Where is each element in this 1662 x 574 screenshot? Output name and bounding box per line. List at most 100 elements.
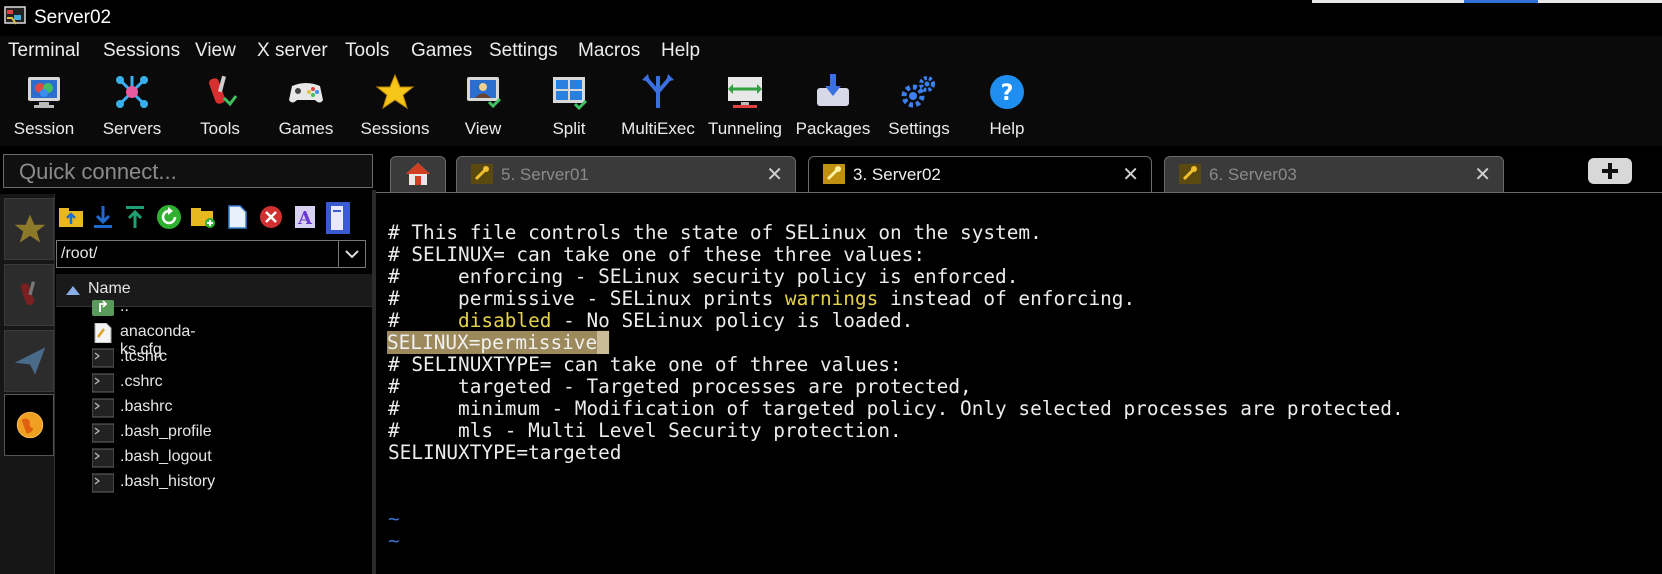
- path-dropdown-button[interactable]: [338, 241, 365, 267]
- tunneling-button[interactable]: Tunneling: [706, 66, 784, 146]
- terminal-line: # This file controls the state of SELinu…: [388, 221, 1042, 244]
- servers-icon: [116, 76, 148, 108]
- session-icon: [28, 77, 60, 108]
- close-icon[interactable]: ✕: [766, 162, 783, 187]
- column-name: Name: [88, 280, 131, 297]
- quick-connect-input[interactable]: Quick connect...: [3, 154, 373, 188]
- split-button[interactable]: Split: [534, 66, 604, 146]
- sessions-button[interactable]: Sessions: [356, 66, 434, 146]
- tools-icon: [20, 281, 36, 306]
- refresh-icon[interactable]: [156, 204, 182, 230]
- new-tab-button[interactable]: [1588, 158, 1632, 184]
- terminal-file-icon: [92, 398, 114, 418]
- selected-text: SELINUX=permissive: [387, 331, 598, 354]
- chevron-down-icon: [345, 250, 359, 259]
- svg-text:?: ?: [1001, 81, 1014, 106]
- path-value: /root/: [61, 245, 98, 262]
- svg-text:A: A: [297, 208, 313, 229]
- tab-label: 6. Server03: [1209, 165, 1297, 184]
- path-field[interactable]: /root/: [56, 240, 366, 268]
- close-icon[interactable]: ✕: [1122, 162, 1139, 187]
- parent-folder-icon[interactable]: [58, 204, 84, 230]
- menu-terminal[interactable]: Terminal: [8, 40, 80, 62]
- side-tabs: [0, 194, 55, 574]
- key-icon: [471, 164, 493, 184]
- tunneling-icon: [728, 77, 762, 108]
- delete-icon[interactable]: [258, 204, 284, 230]
- session-tabs: 5. Server01 ✕ 3. Server02 ✕ 6. Server03 …: [376, 154, 1662, 193]
- view-button[interactable]: View: [448, 66, 518, 146]
- sidetab-sftp[interactable]: [4, 394, 54, 456]
- rename-icon[interactable]: A: [292, 204, 318, 230]
- file-name: .bash_history: [120, 473, 216, 490]
- toolbar: Session Servers Tools Games Sessions Vie…: [0, 66, 1662, 146]
- packages-button[interactable]: Packages: [794, 66, 872, 146]
- download-icon[interactable]: [90, 204, 116, 230]
- terminal-line: # enforcing - SELinux security policy is…: [388, 265, 1019, 288]
- terminal-line-tilde: ~: [388, 529, 400, 552]
- gamepad-icon: [289, 83, 323, 103]
- window-control-active[interactable]: [1464, 0, 1538, 3]
- close-icon[interactable]: ✕: [1474, 162, 1491, 187]
- settings-button[interactable]: Settings: [882, 66, 956, 146]
- menu-view[interactable]: View: [195, 40, 236, 62]
- app-icon: [4, 6, 26, 25]
- window-title: Server02: [34, 7, 112, 28]
- tools-icon: [208, 75, 238, 107]
- terminal-line-selected: SELINUX=permissive█: [387, 331, 609, 354]
- terminal-line: SELINUXTYPE=targeted: [388, 441, 622, 464]
- file-name: .bashrc: [120, 398, 173, 415]
- menu-games[interactable]: Games: [411, 40, 472, 62]
- terminal-file-icon: [92, 423, 114, 443]
- menu-macros[interactable]: Macros: [578, 40, 640, 62]
- terminal-line: # targeted - Targeted processes are prot…: [388, 375, 972, 398]
- help-button[interactable]: ? Help: [972, 66, 1042, 146]
- terminal-area[interactable]: # This file controls the state of SELinu…: [376, 193, 1662, 574]
- tab-label: 5. Server01: [501, 165, 589, 184]
- help-icon: ?: [990, 75, 1024, 109]
- line-text: #: [388, 309, 459, 332]
- menu-help[interactable]: Help: [661, 40, 700, 62]
- send-icon: [14, 347, 46, 375]
- tab-server02[interactable]: 3. Server02 ✕: [808, 156, 1152, 192]
- terminal-line: # mls - Multi Level Security protection.: [388, 419, 902, 442]
- line-text: instead of enforcing.: [878, 287, 1136, 310]
- tab-server01[interactable]: 5. Server01 ✕: [456, 156, 796, 192]
- star-icon: [14, 214, 46, 243]
- file-name: .tcshrc: [120, 348, 168, 365]
- file-name: .cshrc: [120, 373, 163, 390]
- file-icon: [94, 323, 112, 343]
- terminal-line: # minimum - Modification of targeted pol…: [388, 397, 1404, 420]
- menu-settings[interactable]: Settings: [489, 40, 558, 62]
- new-file-icon[interactable]: [224, 204, 250, 230]
- sftp-browser: A /root/ Name .. anaconda-ks.cfg .tcshrc…: [56, 194, 372, 574]
- tab-home[interactable]: [390, 156, 446, 192]
- session-button[interactable]: Session: [8, 66, 80, 146]
- menu-sessions[interactable]: Sessions: [103, 40, 180, 62]
- menu-x-server[interactable]: X server: [257, 40, 328, 62]
- new-folder-icon[interactable]: [190, 204, 216, 230]
- multiexec-button[interactable]: MultiExec: [618, 66, 698, 146]
- home-icon: [406, 163, 430, 185]
- upload-icon[interactable]: [122, 204, 148, 230]
- menu-tools[interactable]: Tools: [345, 40, 389, 62]
- view-icon: [467, 77, 502, 109]
- terminal-file-icon: [92, 448, 114, 468]
- folder-up-icon: [92, 300, 114, 316]
- sidetab-tools[interactable]: [4, 264, 54, 326]
- servers-button[interactable]: Servers: [96, 66, 168, 146]
- tools-button[interactable]: Tools: [184, 66, 256, 146]
- tab-server03[interactable]: 6. Server03 ✕: [1164, 156, 1504, 192]
- sidetab-macros[interactable]: [4, 330, 54, 392]
- properties-icon[interactable]: [326, 202, 350, 234]
- key-icon: [1179, 164, 1201, 184]
- tab-label: 3. Server02: [853, 165, 941, 184]
- highlighted-word: warnings: [784, 287, 879, 310]
- key-icon: [823, 164, 845, 184]
- sidetab-sessions[interactable]: [4, 198, 54, 260]
- terminal-file-icon: [92, 473, 114, 493]
- games-button[interactable]: Games: [270, 66, 342, 146]
- terminal-line: # disabled - No SELinux policy is loaded…: [388, 310, 913, 332]
- line-text: - No SELinux policy is loaded.: [551, 309, 914, 332]
- file-name: .bash_logout: [120, 448, 212, 465]
